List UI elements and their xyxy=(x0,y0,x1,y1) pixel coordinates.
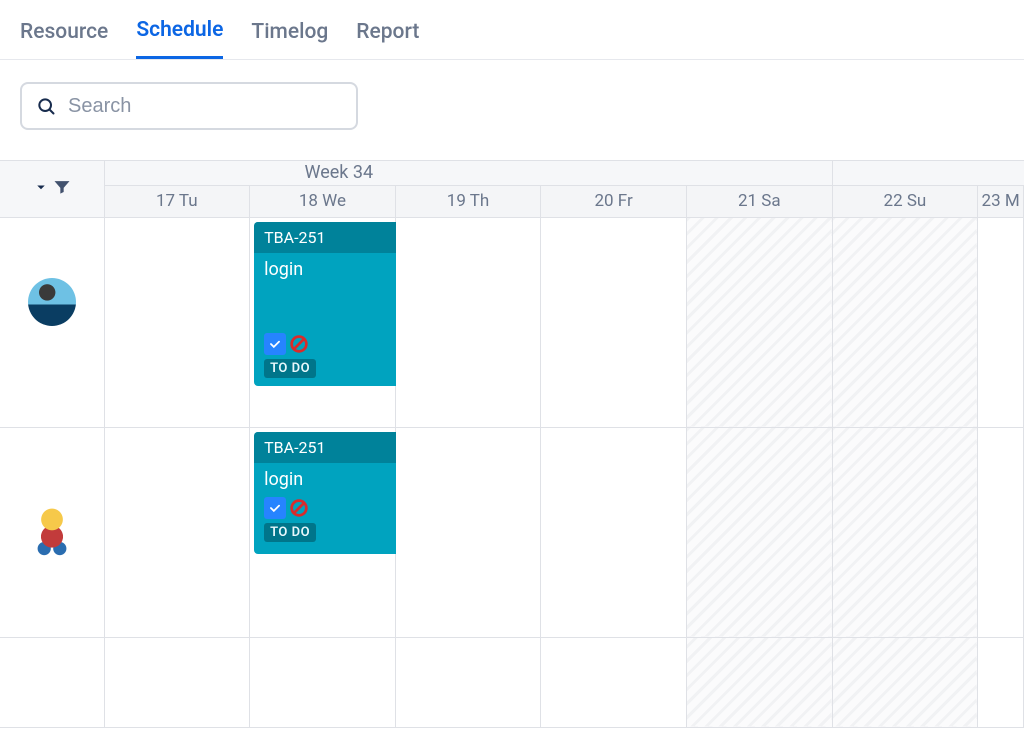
week-label: Week 34 xyxy=(104,161,832,185)
day-header[interactable]: 23 M xyxy=(978,185,1024,217)
day-cell[interactable] xyxy=(978,637,1024,727)
day-cell[interactable] xyxy=(978,217,1024,427)
resource-cell[interactable] xyxy=(0,427,104,637)
resource-row: TBA-251 login xyxy=(0,217,1024,427)
day-cell-weekend[interactable] xyxy=(832,427,978,637)
day-cell[interactable] xyxy=(541,217,687,427)
day-cell[interactable] xyxy=(395,427,541,637)
search-field-wrap[interactable] xyxy=(20,82,358,130)
day-header[interactable]: 17 Tu xyxy=(104,185,250,217)
avatar[interactable] xyxy=(26,508,78,560)
status-badge: TO DO xyxy=(264,523,316,542)
day-cell-weekend[interactable] xyxy=(686,637,832,727)
issue-key: TBA-251 xyxy=(264,228,325,247)
next-week-gap xyxy=(832,161,1023,185)
day-cell-weekend[interactable] xyxy=(832,217,978,427)
day-header[interactable]: 22 Su xyxy=(832,185,978,217)
collapse-toggle[interactable] xyxy=(32,178,50,200)
day-cell[interactable] xyxy=(250,637,396,727)
issue-type-task-icon xyxy=(264,333,286,355)
blocked-icon xyxy=(288,497,310,519)
day-cell[interactable] xyxy=(104,637,250,727)
filter-icon[interactable] xyxy=(52,177,72,201)
search-icon xyxy=(36,96,56,116)
tab-schedule[interactable]: Schedule xyxy=(136,18,223,59)
search-input[interactable] xyxy=(66,94,342,119)
day-cell[interactable] xyxy=(541,637,687,727)
tab-report[interactable]: Report xyxy=(356,20,419,58)
day-cell[interactable] xyxy=(104,217,250,427)
day-cell[interactable]: TBA-251 login xyxy=(250,217,396,427)
day-header-row: 17 Tu 18 We 19 Th 20 Fr 21 Sa 22 Su 23 M xyxy=(0,185,1024,217)
resource-row xyxy=(0,637,1024,727)
issue-key: TBA-251 xyxy=(264,438,325,457)
day-cell[interactable] xyxy=(395,217,541,427)
avatar[interactable] xyxy=(28,278,76,326)
day-cell-weekend[interactable] xyxy=(832,637,978,727)
day-cell[interactable] xyxy=(978,427,1024,637)
status-badge: TO DO xyxy=(264,359,316,378)
tab-resource[interactable]: Resource xyxy=(20,20,108,58)
week-header-row: Week 34 xyxy=(0,161,1024,185)
tab-timelog[interactable]: Timelog xyxy=(251,20,328,58)
resource-row: TBA-251 login xyxy=(0,427,1024,637)
day-header[interactable]: 18 We xyxy=(250,185,396,217)
resource-cell[interactable] xyxy=(0,637,104,727)
day-cell[interactable] xyxy=(104,427,250,637)
toolbar xyxy=(0,60,1024,154)
resource-cell[interactable] xyxy=(0,217,104,427)
day-header[interactable]: 19 Th xyxy=(395,185,541,217)
day-cell-weekend[interactable] xyxy=(686,217,832,427)
top-tabs: Resource Schedule Timelog Report xyxy=(0,0,1024,60)
day-header[interactable]: 21 Sa xyxy=(686,185,832,217)
schedule-grid: Week 34 17 Tu 18 We 19 Th 20 Fr 21 Sa 22… xyxy=(0,160,1024,728)
day-header[interactable]: 20 Fr xyxy=(541,185,687,217)
day-cell[interactable] xyxy=(395,637,541,727)
day-cell[interactable]: TBA-251 login xyxy=(250,427,396,637)
issue-type-task-icon xyxy=(264,497,286,519)
day-cell[interactable] xyxy=(541,427,687,637)
blocked-icon xyxy=(288,333,310,355)
day-cell-weekend[interactable] xyxy=(686,427,832,637)
